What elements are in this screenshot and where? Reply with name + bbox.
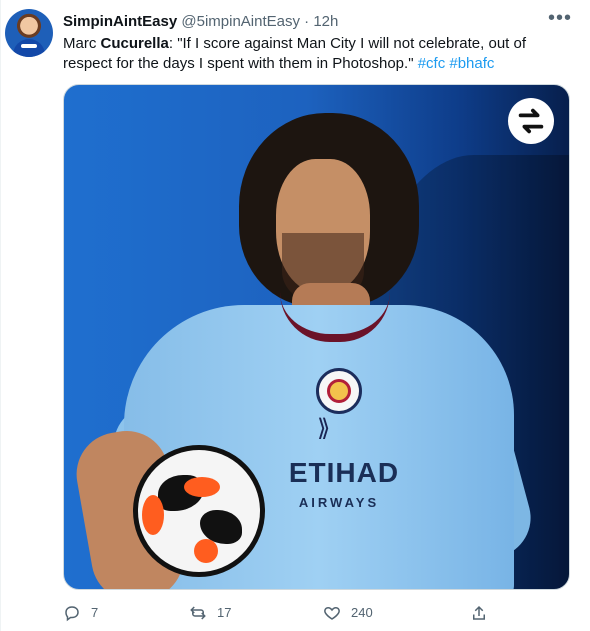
time-separator: · bbox=[304, 13, 310, 30]
tweet-media-image[interactable]: ⟫ ETIHAD AIRWAYS bbox=[63, 84, 570, 590]
retweet-button[interactable]: 17 bbox=[189, 601, 231, 625]
crest-center bbox=[327, 379, 351, 403]
tweet-actions: 7 17 240 bbox=[63, 601, 485, 625]
club-crest-icon bbox=[316, 368, 362, 414]
hashtag-cfc[interactable]: #cfc bbox=[418, 55, 446, 72]
share-icon bbox=[473, 605, 485, 620]
tweet-header: SimpinAintEasy @5impinAintEasy · 12h bbox=[63, 12, 338, 32]
text-prefix: Marc bbox=[63, 35, 101, 52]
tweet-card[interactable]: SimpinAintEasy @5impinAintEasy · 12h •••… bbox=[0, 0, 590, 631]
username[interactable]: @5impinAintEasy bbox=[181, 13, 300, 30]
retweet-icon bbox=[190, 606, 206, 620]
share-button[interactable] bbox=[470, 601, 488, 625]
avatar[interactable] bbox=[5, 9, 53, 57]
shirt-sponsor: ETIHAD bbox=[288, 457, 400, 488]
like-button[interactable]: 240 bbox=[323, 601, 373, 625]
football-accent bbox=[184, 477, 220, 497]
football-accent bbox=[142, 495, 164, 535]
football-accent bbox=[194, 539, 218, 563]
tweet-text: Marc Cucurella: "If I score against Man … bbox=[63, 34, 563, 74]
reply-icon bbox=[65, 606, 79, 622]
text-bold-name: Cucurella bbox=[100, 35, 169, 52]
more-icon[interactable]: ••• bbox=[548, 8, 572, 34]
swap-logo-icon bbox=[508, 98, 554, 144]
tweet-time[interactable]: 12h bbox=[313, 13, 338, 30]
avatar-shirt bbox=[13, 39, 45, 57]
avatar-badge bbox=[21, 44, 37, 48]
retweet-count: 17 bbox=[217, 605, 232, 620]
like-count: 240 bbox=[351, 605, 373, 620]
swap-arrows-icon bbox=[518, 108, 544, 134]
puma-logo-icon: ⟫ bbox=[317, 415, 331, 442]
like-icon bbox=[324, 606, 340, 620]
reply-button[interactable]: 7 bbox=[63, 601, 98, 625]
hashtag-bhafc[interactable]: #bhafc bbox=[449, 55, 494, 72]
reply-count: 7 bbox=[91, 605, 99, 620]
shirt-sponsor-subtitle: AIRWAYS bbox=[298, 495, 380, 510]
display-name[interactable]: SimpinAintEasy bbox=[63, 13, 177, 30]
